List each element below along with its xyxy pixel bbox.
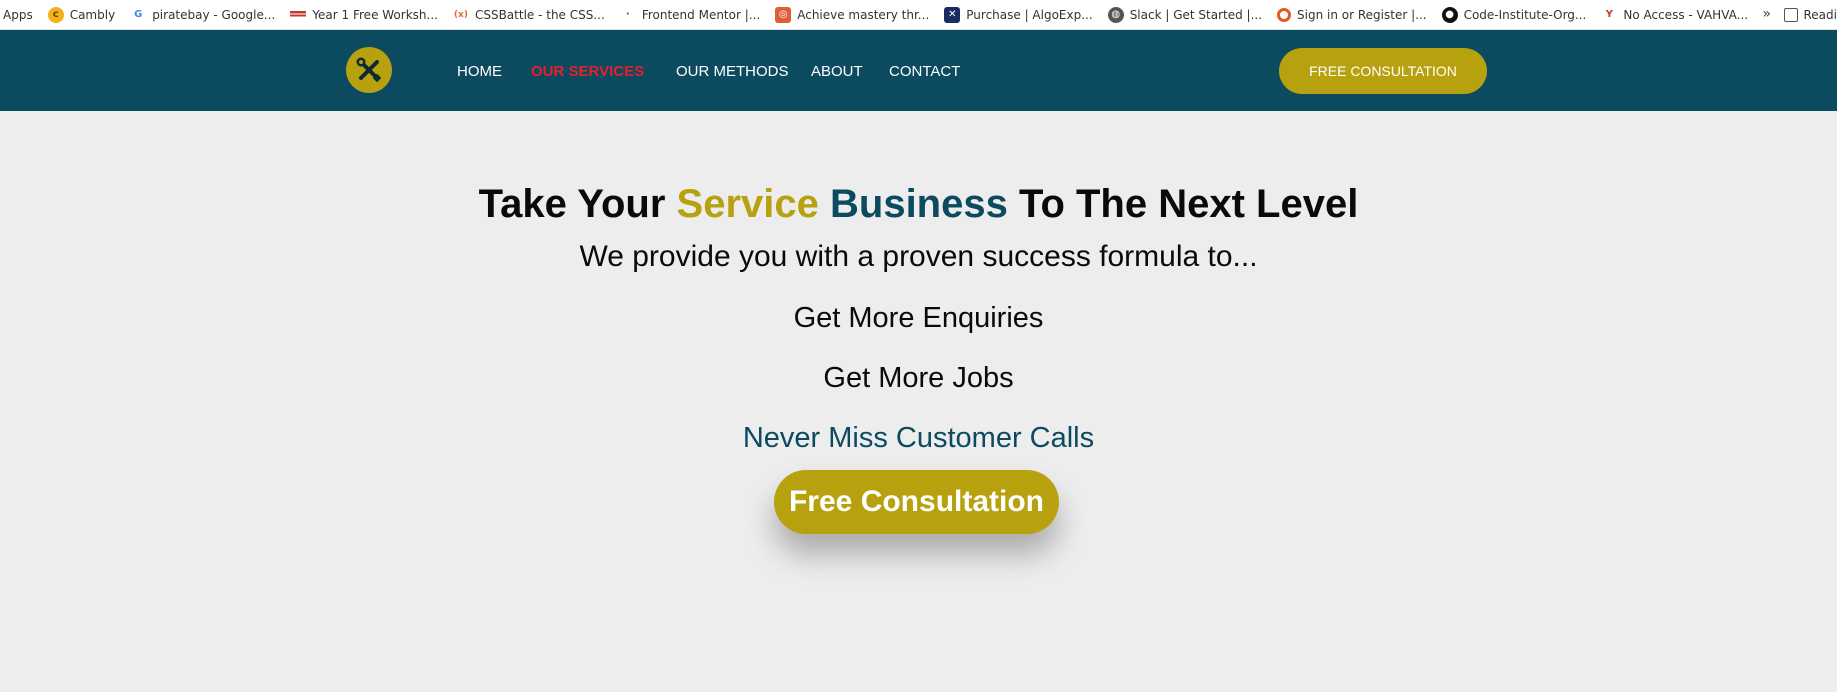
bookmark-slack[interactable]: ◍ Slack | Get Started |... [1107, 6, 1263, 23]
github-icon: ● [1441, 6, 1458, 23]
benefit-calls: Never Miss Customer Calls [742, 422, 1095, 454]
bookmarks-overflow-button[interactable]: » [1762, 6, 1771, 22]
hero-title-service: Service [676, 182, 819, 226]
bookmark-label: Code-Institute-Org... [1463, 7, 1587, 22]
hero-title: Take Your Service Business To The Next L… [0, 182, 1837, 227]
bookmark-apps[interactable]: Apps [3, 8, 33, 22]
bookmark-codewars[interactable]: ◎ Achieve mastery thr... [775, 6, 930, 23]
bookmark-frontend-mentor[interactable]: · Frontend Mentor |... [619, 6, 761, 23]
nav-about[interactable]: ABOUT [811, 63, 863, 80]
reading-list-button[interactable]: Readi [1783, 0, 1837, 29]
bookmark-label: Achieve mastery thr... [797, 7, 930, 22]
bookmark-label: Frontend Mentor |... [641, 7, 761, 22]
bookmark-label: No Access - VAHVA... [1623, 7, 1749, 22]
hero-title-business: Business [830, 182, 1008, 226]
benefit-enquiries: Get More Enquiries [793, 302, 1044, 334]
bookmark-label: Year 1 Free Worksh... [312, 7, 438, 22]
tools-icon [356, 57, 382, 83]
frontend-mentor-icon: · [619, 6, 636, 23]
bookmarks-bar: Apps c Cambly G piratebay - Google... Ye… [0, 0, 1837, 30]
free-consultation-header-button[interactable]: FREE CONSULTATION [1279, 48, 1487, 94]
bookmark-cambly[interactable]: c Cambly [47, 6, 116, 23]
bookmark-label: Sign in or Register |... [1297, 7, 1427, 22]
benefit-jobs: Get More Jobs [823, 362, 1014, 394]
free-consultation-hero-button[interactable]: Free Consultation [774, 470, 1059, 534]
nav-home[interactable]: HOME [457, 63, 502, 80]
nav-contact[interactable]: CONTACT [889, 63, 960, 80]
hero-subtitle: We provide you with a proven success for… [579, 240, 1258, 273]
reading-list-icon [1783, 8, 1798, 22]
nav-our-methods[interactable]: OUR METHODS [676, 63, 789, 80]
bookmark-year1[interactable]: Year 1 Free Worksh... [290, 8, 438, 22]
hero-title-space [819, 182, 830, 226]
bookmark-label: CSSBattle - the CSS... [474, 7, 605, 22]
site-header: HOME OUR SERVICES OUR METHODS ABOUT CONT… [0, 30, 1837, 111]
bookmark-algoexpert[interactable]: ✕ Purchase | AlgoExp... [944, 6, 1093, 23]
bookmark-label: Purchase | AlgoExp... [966, 7, 1093, 22]
globe-icon: ◍ [1107, 6, 1124, 23]
bookmark-code-institute[interactable]: ● Code-Institute-Org... [1441, 6, 1587, 23]
bookmark-sign-in[interactable]: Sign in or Register |... [1277, 7, 1427, 22]
logo[interactable] [346, 47, 392, 93]
reading-list-label: Readi [1803, 8, 1837, 22]
hero-title-part2: To The Next Level [1007, 182, 1359, 226]
bookmark-label: Apps [3, 7, 33, 22]
algoexpert-icon: ✕ [944, 6, 961, 23]
nav-our-services[interactable]: OUR SERVICES [531, 63, 644, 80]
flag-icon [290, 10, 307, 19]
bookmark-vahva[interactable]: Y No Access - VAHVA... [1601, 6, 1749, 23]
ring-icon [1277, 7, 1292, 22]
google-icon: G [130, 6, 147, 23]
codewars-icon: ◎ [775, 6, 792, 23]
cssbattle-icon: (x) [452, 6, 469, 23]
bookmark-label: piratebay - Google... [152, 7, 276, 22]
bookmark-cssbattle[interactable]: (x) CSSBattle - the CSS... [452, 6, 605, 23]
bookmark-piratebay[interactable]: G piratebay - Google... [130, 6, 276, 23]
bookmark-label: Slack | Get Started |... [1129, 7, 1263, 22]
cambly-icon: c [47, 6, 64, 23]
vahva-icon: Y [1601, 6, 1618, 23]
hero-title-part1: Take Your [478, 182, 677, 226]
bookmark-label: Cambly [69, 7, 116, 22]
